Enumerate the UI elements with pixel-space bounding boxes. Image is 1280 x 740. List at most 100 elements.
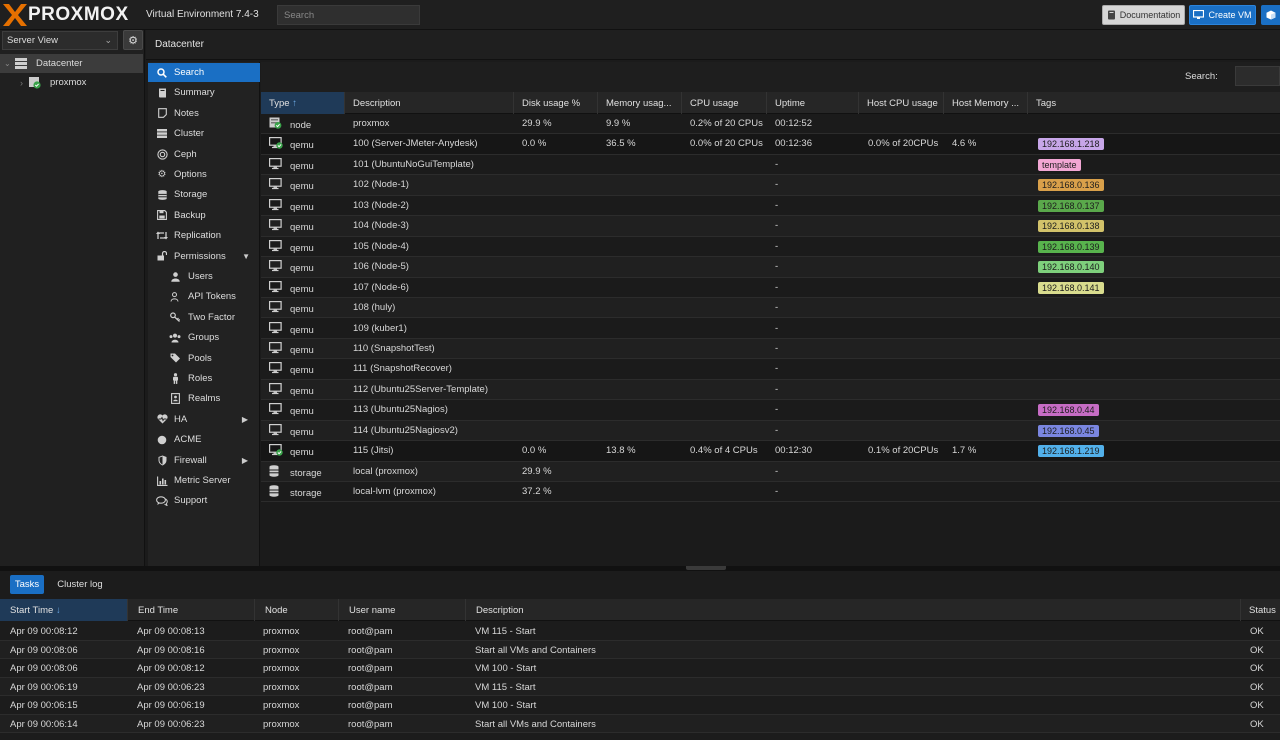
- table-row[interactable]: qemu 101 (UbuntuNoGuiTemplate) - template: [261, 155, 1280, 176]
- nav-item-metric-server[interactable]: Metric Server: [148, 471, 260, 490]
- tab-tasks[interactable]: Tasks: [10, 575, 44, 594]
- proxmox-logo[interactable]: PROXMOX: [3, 4, 129, 26]
- column-header-end-time[interactable]: End Time: [128, 599, 255, 621]
- tag-badge[interactable]: 192.168.0.44: [1038, 404, 1099, 417]
- column-header-start-time[interactable]: Start Time ↓: [0, 599, 128, 621]
- nav-label: ACME: [174, 434, 202, 446]
- table-row[interactable]: storage local-lvm (proxmox) 37.2 % -: [261, 482, 1280, 503]
- nav-item-cluster[interactable]: Cluster: [148, 124, 260, 143]
- task-row[interactable]: Apr 09 00:06:19 Apr 09 00:06:23 proxmox roo…: [0, 677, 1280, 697]
- nav-item-groups[interactable]: Groups: [148, 328, 260, 347]
- table-row[interactable]: qemu 108 (huly) -: [261, 298, 1280, 319]
- table-row[interactable]: qemu 100 (Server-JMeter-Anydesk) 0.0 % 36.5…: [261, 134, 1280, 155]
- task-row[interactable]: Apr 09 00:08:06 Apr 09 00:08:16 proxmox roo…: [0, 640, 1280, 660]
- nav-item-api-tokens[interactable]: API Tokens: [148, 287, 260, 306]
- create-vm-button[interactable]: Create VM: [1189, 5, 1256, 25]
- nav-item-realms[interactable]: Realms: [148, 389, 260, 408]
- caret-right-icon[interactable]: ▶: [242, 456, 248, 465]
- column-header-disk-usage[interactable]: Disk usage %: [514, 92, 598, 114]
- column-header-description[interactable]: Description: [345, 92, 514, 114]
- nav-item-users[interactable]: Users: [148, 267, 260, 286]
- tree-item-datacenter[interactable]: ⌄ Datacenter: [0, 54, 143, 73]
- tag-badge[interactable]: 192.168.1.218: [1038, 138, 1104, 151]
- caret-down-icon[interactable]: ▼: [242, 252, 250, 261]
- chevron-down-icon: ⌄: [104, 35, 112, 45]
- table-row[interactable]: qemu 104 (Node-3) - 192.168.0.138: [261, 216, 1280, 237]
- table-row[interactable]: qemu 110 (SnapshotTest) -: [261, 338, 1280, 360]
- table-row[interactable]: qemu 111 (SnapshotRecover) -: [261, 359, 1280, 380]
- table-row[interactable]: qemu 112 (Ubuntu25Server-Template) -: [261, 379, 1280, 401]
- column-header-host-memory[interactable]: Host Memory ...: [944, 92, 1028, 114]
- tag-badge[interactable]: 192.168.0.137: [1038, 199, 1104, 212]
- table-row[interactable]: qemu 114 (Ubuntu25Nagiosv2) - 192.168.0.45: [261, 420, 1280, 442]
- task-row[interactable]: Apr 09 00:06:14 Apr 09 00:06:23 proxmox roo…: [0, 714, 1280, 734]
- column-header-uptime[interactable]: Uptime: [767, 92, 859, 114]
- nav-item-roles[interactable]: Roles: [148, 369, 260, 388]
- tree-settings-button[interactable]: ⚙: [123, 30, 143, 50]
- view-selector[interactable]: Server View ⌄: [2, 31, 118, 50]
- column-header-label: Disk usage %: [522, 98, 581, 109]
- grid-search-input[interactable]: [1235, 66, 1280, 86]
- vm-icon: [269, 239, 283, 255]
- nav-item-firewall[interactable]: Firewall ▶: [148, 451, 260, 470]
- tag-badge[interactable]: 192.168.0.138: [1038, 220, 1104, 233]
- column-header-status[interactable]: Status: [1241, 599, 1280, 621]
- documentation-button[interactable]: Documentation: [1102, 5, 1185, 25]
- table-row[interactable]: qemu 105 (Node-4) - 192.168.0.139: [261, 237, 1280, 258]
- tag-badge[interactable]: template: [1038, 158, 1081, 171]
- nav-item-ceph[interactable]: Ceph: [148, 145, 260, 164]
- table-row[interactable]: qemu 109 (kuber1) -: [261, 319, 1280, 339]
- column-header-cpu-usage[interactable]: CPU usage: [682, 92, 767, 114]
- column-header-description[interactable]: Description: [466, 599, 1241, 621]
- proxmox-x-icon: [3, 4, 27, 26]
- nav-item-permissions[interactable]: Permissions ▼: [148, 247, 260, 266]
- vm-icon: [269, 280, 283, 296]
- create-ct-button[interactable]: [1261, 5, 1280, 25]
- task-row[interactable]: Apr 09 00:08:06 Apr 09 00:08:12 proxmox roo…: [0, 659, 1280, 678]
- table-row[interactable]: storage local (proxmox) 29.9 % -: [261, 461, 1280, 483]
- nav-item-pools[interactable]: Pools: [148, 349, 260, 368]
- nav-item-options[interactable]: ⚙ Options: [148, 165, 260, 184]
- nav-item-acme[interactable]: ACME: [148, 430, 260, 449]
- nav-item-two-factor[interactable]: Two Factor: [148, 308, 260, 327]
- column-header-memory-usage[interactable]: Memory usag...: [598, 92, 682, 114]
- nav-item-ha[interactable]: HA ▶: [148, 410, 260, 429]
- column-header-node[interactable]: Node: [255, 599, 339, 621]
- column-header-user-name[interactable]: User name: [339, 599, 466, 621]
- tab-cluster-log[interactable]: Cluster log: [52, 575, 108, 594]
- tag-badge[interactable]: 192.168.0.140: [1038, 261, 1104, 274]
- nav-item-summary[interactable]: Summary: [148, 83, 260, 102]
- tag-badge[interactable]: 192.168.0.136: [1038, 179, 1104, 192]
- column-header-type[interactable]: Type ↑: [261, 92, 345, 114]
- column-header-host-cpu[interactable]: Host CPU usage: [859, 92, 944, 114]
- nav-item-storage[interactable]: Storage: [148, 185, 260, 204]
- table-row[interactable]: qemu 106 (Node-5) - 192.168.0.140: [261, 257, 1280, 278]
- nav-item-replication[interactable]: Replication: [148, 226, 260, 245]
- nav-item-search[interactable]: Search: [148, 63, 260, 82]
- table-row[interactable]: qemu 115 (Jitsi) 0.0 % 13.8 % 0.4% of 4 CPUs…: [261, 441, 1280, 462]
- nav-item-notes[interactable]: Notes: [148, 104, 260, 123]
- user-tag-icon: [168, 290, 182, 304]
- table-row[interactable]: qemu 102 (Node-1) - 192.168.0.136: [261, 175, 1280, 196]
- cell-type: qemu: [290, 344, 314, 356]
- tag-badge[interactable]: 192.168.1.219: [1038, 445, 1104, 458]
- tag-badge[interactable]: 192.168.0.139: [1038, 240, 1104, 253]
- table-row[interactable]: qemu 103 (Node-2) - 192.168.0.137: [261, 196, 1280, 217]
- nav-item-support[interactable]: Support: [148, 491, 260, 510]
- collapse-handle[interactable]: [686, 566, 726, 570]
- table-row[interactable]: node proxmox 29.9 % 9.9 % 0.2% of 20 CPUs 00:…: [261, 114, 1280, 135]
- global-search-input[interactable]: [277, 5, 420, 25]
- caret-right-icon[interactable]: ▶: [242, 415, 248, 424]
- nav-item-backup[interactable]: Backup: [148, 206, 260, 225]
- tag-badge[interactable]: 192.168.0.141: [1038, 281, 1104, 294]
- column-header-label: Status: [1249, 605, 1276, 616]
- tree-item-proxmox[interactable]: › proxmox: [0, 73, 143, 92]
- cell-type: node: [290, 120, 312, 131]
- table-row[interactable]: qemu 113 (Ubuntu25Nagios) - 192.168.0.44: [261, 400, 1280, 421]
- task-row[interactable]: Apr 09 00:08:12 Apr 09 00:08:13 proxmox roo…: [0, 622, 1280, 641]
- cell-type: qemu: [290, 447, 314, 459]
- tag-badge[interactable]: 192.168.0.45: [1038, 424, 1099, 437]
- table-row[interactable]: qemu 107 (Node-6) - 192.168.0.141: [261, 278, 1280, 298]
- column-header-tags[interactable]: Tags: [1028, 92, 1280, 114]
- task-row[interactable]: Apr 09 00:06:15 Apr 09 00:06:19 proxmox roo…: [0, 696, 1280, 715]
